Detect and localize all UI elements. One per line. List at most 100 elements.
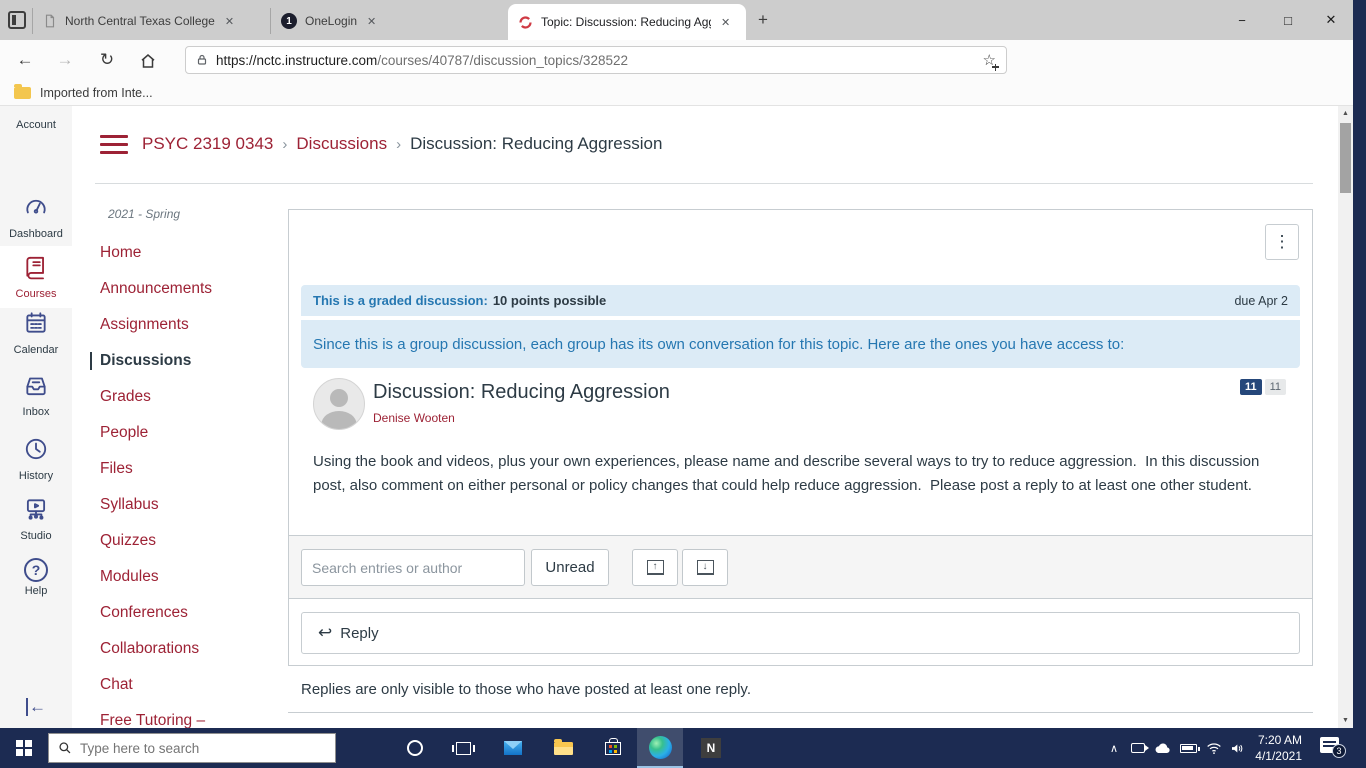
battery-button[interactable] <box>1176 728 1200 768</box>
collapse-replies-button[interactable]: ↑ <box>632 549 678 586</box>
course-nav-announcements[interactable]: Announcements <box>100 280 212 298</box>
onenote-icon: N <box>701 738 721 758</box>
sidebar-item-account[interactable]: Account <box>0 116 72 131</box>
course-nav-people[interactable]: People <box>100 424 148 442</box>
sidebar-item-inbox[interactable]: Inbox <box>0 372 72 418</box>
screen: North Central Texas College ✕ 1 OneLogin… <box>0 0 1366 768</box>
course-nav-chat[interactable]: Chat <box>100 676 133 694</box>
tab-bar: North Central Texas College ✕ 1 OneLogin… <box>0 0 1353 40</box>
course-nav-conferences[interactable]: Conferences <box>100 604 188 622</box>
studio-icon <box>26 499 46 520</box>
reply-box[interactable]: ↩ Reply <box>301 612 1300 654</box>
task-view-icon <box>451 741 475 755</box>
store-button[interactable] <box>590 728 636 768</box>
window-close-button[interactable]: ✕ <box>1309 0 1353 40</box>
mail-icon <box>504 741 522 755</box>
close-tab-icon[interactable]: ✕ <box>721 16 730 29</box>
cortana-button[interactable] <box>392 728 438 768</box>
chevron-up-icon: ∧ <box>1109 742 1119 755</box>
expand-replies-button[interactable]: ↓ <box>682 549 728 586</box>
sidebar-item-courses[interactable]: Courses <box>0 246 72 308</box>
search-icon <box>59 742 71 754</box>
close-tab-icon[interactable]: ✕ <box>367 15 376 28</box>
next-card-edge <box>288 712 1313 713</box>
breadcrumb-current: Discussion: Reducing Aggression <box>410 134 663 153</box>
course-nav-collaborations[interactable]: Collaborations <box>100 640 199 658</box>
due-date: due Apr 2 <box>1234 293 1288 308</box>
file-explorer-button[interactable] <box>540 728 586 768</box>
course-nav-modules[interactable]: Modules <box>100 568 159 586</box>
start-button[interactable] <box>0 728 48 768</box>
course-nav-grades[interactable]: Grades <box>100 388 151 406</box>
close-tab-icon[interactable]: ✕ <box>225 15 234 28</box>
tab-nctc[interactable]: North Central Texas College ✕ <box>32 8 268 34</box>
group-discussion-notice: Since this is a group discussion, each g… <box>301 320 1300 368</box>
course-nav-discussions[interactable]: Discussions <box>90 352 191 370</box>
search-input[interactable] <box>301 549 525 586</box>
wifi-icon <box>1207 742 1221 754</box>
course-menu-icon[interactable] <box>100 135 128 156</box>
window-minimize-button[interactable]: − <box>1220 0 1264 40</box>
scroll-up-icon[interactable]: ▲ <box>1338 106 1353 121</box>
url-path: /courses/40787/discussion_topics/328522 <box>377 52 628 68</box>
taskbar-search-input[interactable] <box>80 740 326 756</box>
battery-icon <box>1179 743 1200 753</box>
divider <box>95 183 1313 184</box>
sidebar-item-calendar[interactable]: Calendar <box>0 310 72 356</box>
onedrive-cloud-icon <box>1155 743 1170 753</box>
sidebar-item-studio[interactable]: Studio <box>0 496 72 542</box>
onenote-app-button[interactable]: N <box>688 728 734 768</box>
task-view-button[interactable] <box>440 728 486 768</box>
breadcrumb-discussions-link[interactable]: Discussions <box>296 134 387 153</box>
author-link[interactable]: Denise Wooten <box>373 411 455 425</box>
sidebar-item-history[interactable]: History <box>0 436 72 482</box>
course-nav-files[interactable]: Files <box>100 460 133 478</box>
scrollbar-thumb[interactable] <box>1340 123 1351 193</box>
replies-visibility-notice: Replies are only visible to those who ha… <box>301 681 751 698</box>
store-icon <box>605 737 621 755</box>
history-icon <box>25 438 47 460</box>
tab-discussion-active[interactable]: Topic: Discussion: Reducing Agg ✕ <box>508 4 746 40</box>
window-maximize-button[interactable]: □ <box>1266 0 1310 40</box>
desktop-edge <box>1353 0 1366 728</box>
edge-app-button[interactable] <box>637 728 683 768</box>
browser-toolbar: ← → ↻ https://nctc.instructure.com /cour… <box>0 40 1353 115</box>
notification-center-button[interactable]: 3 <box>1320 737 1346 758</box>
bookmarks-folder[interactable]: Imported from Inte... <box>40 86 153 100</box>
page-scrollbar[interactable]: ▲ ▼ <box>1338 106 1353 728</box>
taskbar-clock[interactable]: 7:20 AM 4/1/2021 <box>1238 732 1302 764</box>
course-nav-assignments[interactable]: Assignments <box>100 316 189 334</box>
network-button[interactable] <box>1202 728 1226 768</box>
discussion-options-button[interactable]: ⋮ <box>1265 224 1299 260</box>
onedrive-button[interactable] <box>1150 728 1174 768</box>
breadcrumb-separator: › <box>396 136 402 153</box>
scroll-down-icon[interactable]: ▼ <box>1338 713 1353 728</box>
refresh-button[interactable]: ↻ <box>94 48 120 72</box>
collapse-replies-icon: ↑ <box>646 560 664 575</box>
sidebar-item-help[interactable]: ? Help <box>0 558 72 597</box>
canvas-favicon <box>519 15 532 29</box>
tab-actions-icon[interactable] <box>8 11 26 29</box>
back-button[interactable]: ← <box>12 48 38 72</box>
course-nav-quizzes[interactable]: Quizzes <box>100 532 156 550</box>
forward-button[interactable]: → <box>52 48 78 72</box>
graded-banner: This is a graded discussion: 10 points p… <box>301 285 1300 316</box>
canvas-page: Account Dashboard Courses Calendar Inbox… <box>0 106 1353 729</box>
tab-onelogin[interactable]: 1 OneLogin ✕ <box>270 8 506 34</box>
breadcrumb-course-link[interactable]: PSYC 2319 0343 <box>142 134 273 153</box>
course-nav-home[interactable]: Home <box>100 244 141 262</box>
add-favorite-icon[interactable]: ☆ <box>983 51 999 70</box>
author-avatar <box>313 378 365 430</box>
course-nav-syllabus[interactable]: Syllabus <box>100 496 159 514</box>
meet-now-button[interactable] <box>1126 728 1150 768</box>
unread-filter-button[interactable]: Unread <box>531 549 609 586</box>
collapse-nav-button[interactable]: ← <box>0 698 72 717</box>
taskbar-search[interactable] <box>48 733 336 763</box>
file-explorer-icon <box>553 738 573 755</box>
show-hidden-icons-button[interactable]: ∧ <box>1102 728 1126 768</box>
home-button[interactable] <box>139 52 157 70</box>
sidebar-item-dashboard[interactable]: Dashboard <box>0 194 72 240</box>
new-tab-button[interactable]: + <box>758 10 768 30</box>
address-bar[interactable]: https://nctc.instructure.com /courses/40… <box>185 46 1007 74</box>
mail-app-button[interactable] <box>490 728 536 768</box>
